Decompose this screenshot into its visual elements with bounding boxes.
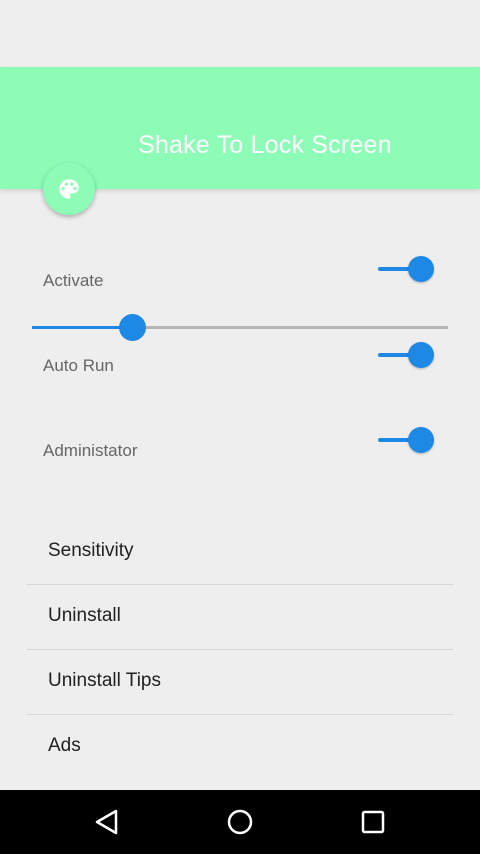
page-title: Shake To Lock Screen bbox=[138, 131, 392, 159]
palette-icon bbox=[59, 179, 79, 199]
back-button[interactable] bbox=[87, 802, 127, 842]
switch-thumb bbox=[408, 342, 434, 368]
menu-item-label: Uninstall Tips bbox=[48, 670, 161, 691]
administator-label: Administator bbox=[43, 441, 138, 460]
recents-button[interactable] bbox=[353, 802, 393, 842]
slider-fill bbox=[32, 326, 132, 329]
recents-icon bbox=[361, 810, 385, 834]
menu-item-label: Sensitivity bbox=[48, 540, 134, 561]
menu-item-label: Uninstall bbox=[48, 605, 121, 626]
activate-switch[interactable] bbox=[378, 255, 436, 283]
menu-item-uninstall[interactable]: Uninstall bbox=[0, 585, 480, 649]
menu-item-sensitivity[interactable]: Sensitivity bbox=[0, 520, 480, 584]
switch-thumb bbox=[408, 256, 434, 282]
menu-item-label: Ads bbox=[48, 735, 81, 756]
sensitivity-slider[interactable] bbox=[32, 313, 448, 343]
slider-knob[interactable] bbox=[119, 314, 146, 341]
menu-item-ads[interactable]: Ads bbox=[0, 715, 480, 779]
auto-run-label: Auto Run bbox=[43, 356, 114, 375]
menu-item-uninstall-tips[interactable]: Uninstall Tips bbox=[0, 650, 480, 714]
activate-label: Activate bbox=[43, 271, 104, 290]
home-button[interactable] bbox=[220, 802, 260, 842]
back-icon bbox=[95, 809, 118, 835]
status-bar bbox=[0, 0, 480, 67]
switch-thumb bbox=[408, 427, 434, 453]
theme-button[interactable] bbox=[43, 163, 95, 215]
administator-switch[interactable] bbox=[378, 426, 436, 454]
home-icon bbox=[227, 809, 253, 835]
navigation-bar bbox=[0, 790, 480, 854]
auto-run-switch[interactable] bbox=[378, 341, 436, 369]
